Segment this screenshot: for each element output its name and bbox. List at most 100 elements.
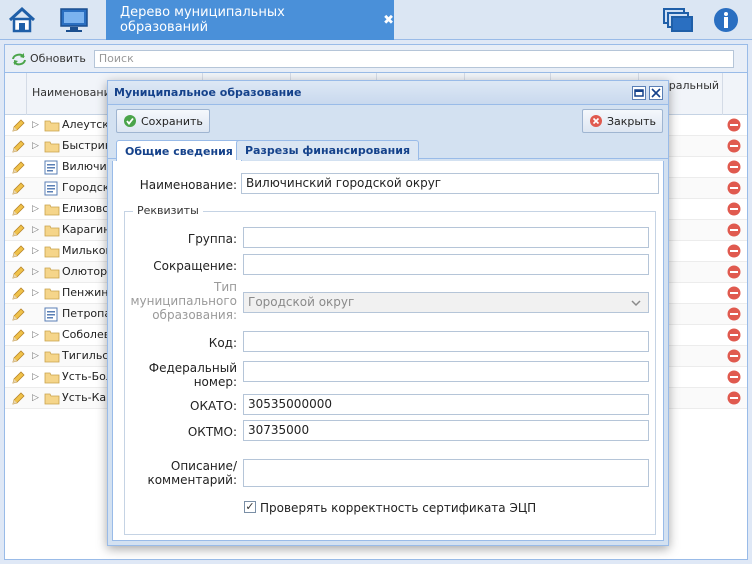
type-label-line-3: образования: xyxy=(152,308,237,322)
windows-button[interactable] xyxy=(656,0,700,40)
okato-field[interactable]: 30535000000 xyxy=(243,394,649,415)
row-folder xyxy=(44,224,60,240)
expand-arrow-icon[interactable]: ▷ xyxy=(32,204,39,214)
expand-arrow-icon[interactable]: ▷ xyxy=(32,120,39,130)
name-label: Наименование: xyxy=(139,178,237,192)
maximize-button[interactable] xyxy=(632,86,646,100)
delete-button[interactable] xyxy=(727,139,741,156)
short-name-field[interactable] xyxy=(243,254,649,275)
delete-button[interactable] xyxy=(727,181,741,198)
refresh-button[interactable]: Обновить xyxy=(11,52,86,66)
pencil-icon xyxy=(12,245,25,258)
delete-button[interactable] xyxy=(727,223,741,240)
type-label: Тип муниципального образования: xyxy=(113,280,237,322)
row-label: Усть-Бол xyxy=(62,370,113,383)
tab-financing[interactable]: Разрезы финансирования xyxy=(236,140,420,160)
refresh-label: Обновить xyxy=(30,52,86,65)
expand-arrow-icon[interactable]: ▷ xyxy=(32,225,39,235)
pencil-icon xyxy=(12,287,25,300)
header-edit-col xyxy=(5,73,27,115)
edit-button[interactable] xyxy=(10,223,26,242)
info-button[interactable] xyxy=(704,0,748,40)
delete-button[interactable] xyxy=(727,370,741,387)
description-label-line-2: комментарий: xyxy=(147,473,237,487)
delete-button[interactable] xyxy=(727,202,741,219)
save-button[interactable]: Сохранить xyxy=(116,109,210,133)
group-field[interactable] xyxy=(243,227,649,248)
edit-button[interactable] xyxy=(10,349,26,368)
folder-icon xyxy=(44,225,60,237)
delete-icon xyxy=(727,202,741,216)
delete-button[interactable] xyxy=(727,307,741,324)
pencil-icon xyxy=(12,224,25,237)
delete-icon xyxy=(727,139,741,153)
pencil-icon xyxy=(12,140,25,153)
delete-button[interactable] xyxy=(727,349,741,366)
expand-arrow-icon[interactable]: ▷ xyxy=(32,267,39,277)
expand-arrow-icon[interactable]: ▷ xyxy=(32,372,39,382)
delete-icon xyxy=(727,244,741,258)
folder-icon xyxy=(44,204,60,216)
delete-button[interactable] xyxy=(727,160,741,177)
tab-general[interactable]: Общие сведения xyxy=(116,140,242,161)
expand-arrow-icon[interactable]: ▷ xyxy=(32,246,39,256)
description-field[interactable] xyxy=(243,459,649,487)
delete-button[interactable] xyxy=(727,265,741,282)
search-input[interactable]: Поиск xyxy=(93,49,734,68)
delete-button[interactable] xyxy=(727,328,741,345)
delete-button[interactable] xyxy=(727,286,741,303)
edit-button[interactable] xyxy=(10,307,26,326)
close-modal-button[interactable] xyxy=(649,86,663,100)
expand-arrow-icon[interactable]: ▷ xyxy=(32,393,39,403)
pencil-icon xyxy=(12,203,25,216)
expand-arrow-icon[interactable]: ▷ xyxy=(32,351,39,361)
folder-icon xyxy=(44,120,60,132)
edit-button[interactable] xyxy=(10,160,26,179)
edit-button[interactable] xyxy=(10,370,26,389)
delete-icon xyxy=(727,223,741,237)
edit-button[interactable] xyxy=(10,286,26,305)
folder-icon xyxy=(44,141,60,153)
edit-button[interactable] xyxy=(10,139,26,158)
row-label: Быстрин xyxy=(62,139,113,152)
close-tab-icon[interactable]: ✖ xyxy=(383,13,394,28)
document-icon xyxy=(44,160,58,175)
municipal-modal: Муниципальное образование Сохранить Закр… xyxy=(107,80,669,546)
row-folder xyxy=(44,350,60,366)
home-icon xyxy=(8,6,36,33)
delete-button[interactable] xyxy=(727,391,741,408)
fed-number-field[interactable] xyxy=(243,361,649,382)
pencil-icon xyxy=(12,392,25,405)
oktmo-field[interactable]: 30735000 xyxy=(243,420,649,441)
cert-checkbox[interactable]: ✓ xyxy=(244,501,256,513)
requisites-legend: Реквизиты xyxy=(133,204,203,217)
folder-icon xyxy=(44,393,60,405)
tab-municipal-tree[interactable]: Дерево муниципальных образований ✖ xyxy=(106,0,394,40)
edit-button[interactable] xyxy=(10,265,26,284)
code-field[interactable] xyxy=(243,331,649,352)
expand-arrow-icon[interactable]: ▷ xyxy=(32,330,39,340)
edit-button[interactable] xyxy=(10,391,26,410)
home-button[interactable] xyxy=(0,0,44,40)
expand-arrow-icon[interactable]: ▷ xyxy=(32,288,39,298)
edit-button[interactable] xyxy=(10,118,26,137)
delete-button[interactable] xyxy=(727,118,741,135)
delete-button[interactable] xyxy=(727,244,741,261)
edit-button[interactable] xyxy=(10,202,26,221)
edit-button[interactable] xyxy=(10,181,26,200)
name-field[interactable]: Вилючинский городской округ xyxy=(241,173,659,194)
folder-icon xyxy=(44,372,60,384)
row-document xyxy=(44,307,58,325)
okato-label: ОКАТО: xyxy=(190,399,237,413)
expand-arrow-icon[interactable]: ▷ xyxy=(32,141,39,151)
edit-button[interactable] xyxy=(10,328,26,347)
pencil-icon xyxy=(12,119,25,132)
delete-icon xyxy=(727,181,741,195)
close-button[interactable]: Закрыть xyxy=(582,109,663,133)
header-fed-line-1: еральный xyxy=(662,79,720,92)
edit-button[interactable] xyxy=(10,244,26,263)
monitor-button[interactable] xyxy=(52,0,96,40)
tab-title: Дерево муниципальных образований xyxy=(120,5,285,35)
row-label: Мильков xyxy=(62,244,113,257)
row-folder xyxy=(44,266,60,282)
